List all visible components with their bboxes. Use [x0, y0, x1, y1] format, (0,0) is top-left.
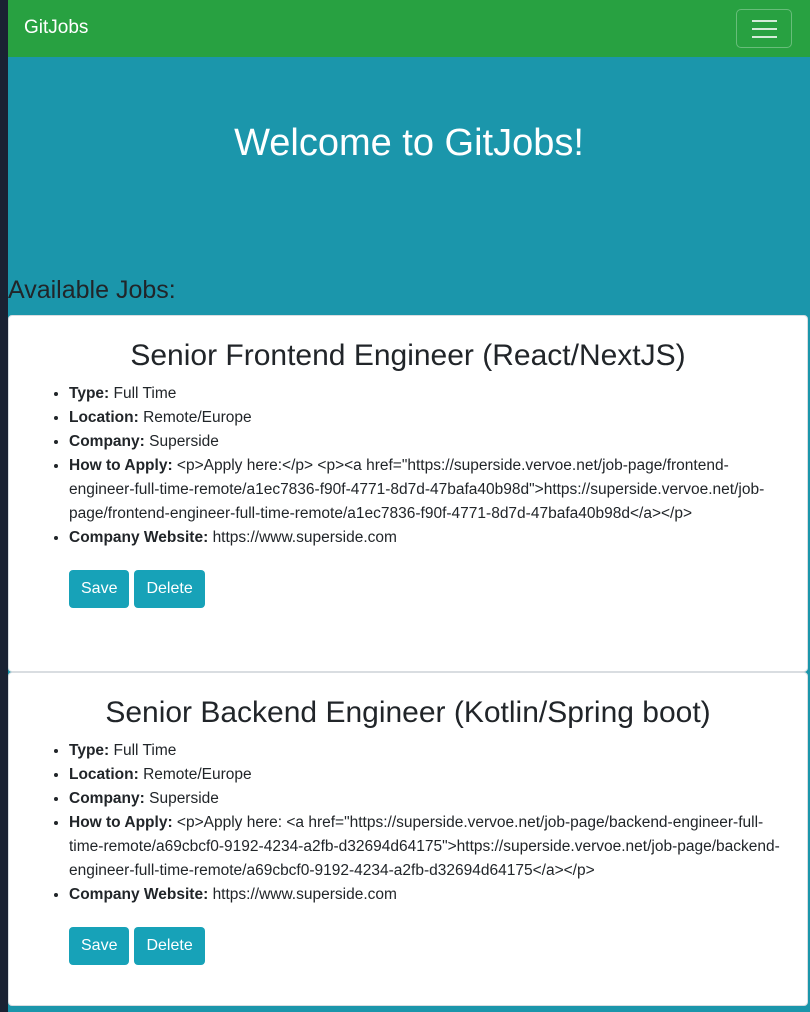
job-location: Location: Remote/Europe: [69, 763, 783, 787]
hamburger-icon: [752, 28, 777, 30]
label-how-to-apply: How to Apply:: [69, 457, 173, 474]
job-details-list: Type: Full Time Location: Remote/Europe …: [9, 382, 807, 550]
job-company-value: Superside: [149, 790, 219, 807]
job-title: Senior Frontend Engineer (React/NextJS): [130, 339, 686, 372]
job-details-list: Type: Full Time Location: Remote/Europe …: [9, 739, 807, 907]
job-company: Company: Superside: [69, 430, 783, 454]
job-actions: Save Delete: [9, 570, 807, 608]
job-company-website-value: https://www.superside.com: [212, 529, 397, 546]
job-how-to-apply-value: <p>Apply here: <a href="https://supersid…: [69, 814, 780, 879]
job-how-to-apply-value: <p>Apply here:</p> <p><a href="https://s…: [69, 457, 765, 522]
job-how-to-apply: How to Apply: <p>Apply here: <a href="ht…: [69, 811, 783, 883]
hero-title: Welcome to GitJobs!: [234, 122, 584, 164]
left-edge-strip: [0, 0, 8, 1012]
job-type: Type: Full Time: [69, 739, 783, 763]
job-title: Senior Backend Engineer (Kotlin/Spring b…: [105, 696, 711, 729]
job-company-value: Superside: [149, 433, 219, 450]
job-location-value: Remote/Europe: [143, 766, 252, 783]
label-how-to-apply: How to Apply:: [69, 814, 173, 831]
label-company-website: Company Website:: [69, 529, 209, 546]
job-how-to-apply: How to Apply: <p>Apply here:</p> <p><a h…: [69, 454, 783, 526]
delete-button[interactable]: Delete: [134, 927, 205, 965]
label-type: Type:: [69, 385, 110, 402]
job-company-website-value: https://www.superside.com: [212, 886, 397, 903]
job-actions: Save Delete: [9, 927, 807, 965]
save-button[interactable]: Save: [69, 927, 130, 965]
job-company: Company: Superside: [69, 787, 783, 811]
save-button[interactable]: Save: [69, 570, 130, 608]
section-title: Available Jobs:: [8, 276, 176, 304]
hamburger-icon: [752, 36, 777, 38]
job-type-value: Full Time: [113, 385, 177, 402]
job-location-value: Remote/Europe: [143, 409, 252, 426]
job-location: Location: Remote/Europe: [69, 406, 783, 430]
label-company: Company:: [69, 790, 145, 807]
label-type: Type:: [69, 742, 110, 759]
job-card: Senior Frontend Engineer (React/NextJS) …: [8, 315, 808, 672]
delete-button[interactable]: Delete: [134, 570, 205, 608]
label-location: Location:: [69, 409, 139, 426]
job-company-website: Company Website: https://www.superside.c…: [69, 883, 783, 907]
brand-logo-text[interactable]: GitJobs: [24, 17, 88, 39]
job-type-value: Full Time: [113, 742, 177, 759]
navbar-toggler-button[interactable]: [736, 9, 792, 48]
job-card: Senior Backend Engineer (Kotlin/Spring b…: [8, 672, 808, 1006]
label-company-website: Company Website:: [69, 886, 209, 903]
hamburger-icon: [752, 20, 777, 22]
navbar: GitJobs: [8, 0, 810, 57]
label-company: Company:: [69, 433, 145, 450]
job-company-website: Company Website: https://www.superside.c…: [69, 526, 783, 550]
job-type: Type: Full Time: [69, 382, 783, 406]
label-location: Location:: [69, 766, 139, 783]
